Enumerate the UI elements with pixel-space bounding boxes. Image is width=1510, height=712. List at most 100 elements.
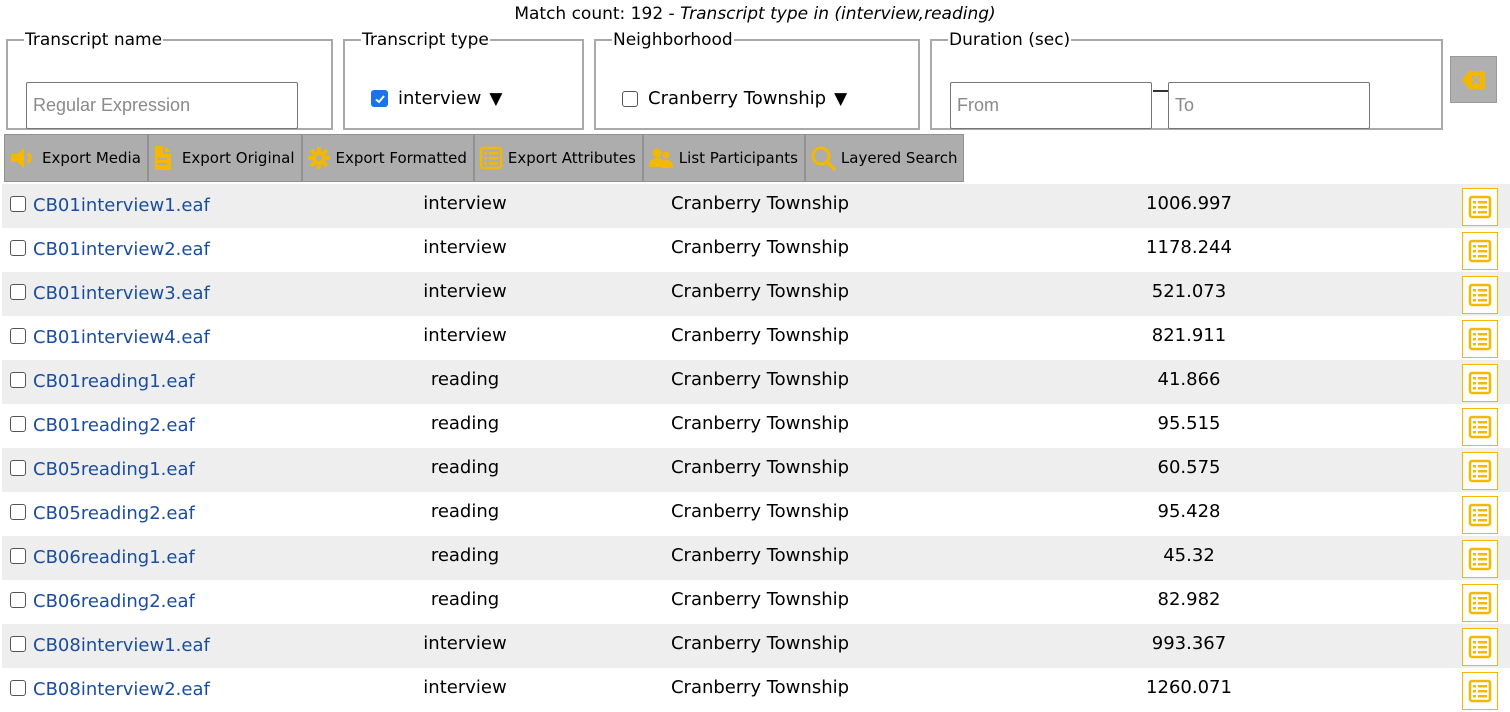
export-media-button[interactable]: Export Media [4, 134, 148, 182]
attributes-button[interactable] [1462, 320, 1498, 358]
row-select-checkbox[interactable] [10, 284, 26, 300]
transcript-link[interactable]: CB01interview1.eaf [33, 194, 210, 218]
table-row: CB01interview1.eaf interview Cranberry Tow… [2, 184, 1510, 228]
transcript-name-input[interactable] [26, 82, 298, 129]
transcript-type-cell: interview [423, 325, 507, 346]
row-select-checkbox[interactable] [10, 680, 26, 696]
export-attributes-label: Export Attributes [507, 149, 636, 167]
attributes-button[interactable] [1462, 628, 1498, 666]
transcript-link[interactable]: CB01interview3.eaf [33, 282, 210, 306]
row-select-checkbox[interactable] [10, 504, 26, 520]
transcript-link[interactable]: CB05reading1.eaf [33, 458, 195, 482]
attribute-list-icon [1468, 591, 1492, 615]
row-select-checkbox[interactable] [10, 460, 26, 476]
transcript-link[interactable]: CB06reading2.eaf [33, 590, 195, 614]
export-original-button[interactable]: Export Original [147, 134, 302, 182]
row-select-checkbox[interactable] [10, 636, 26, 652]
match-summary: Match count: 192 - Transcript type in (i… [0, 3, 1510, 25]
attribute-list-icon [1468, 415, 1492, 439]
export-attributes-button[interactable]: Export Attributes [473, 134, 643, 182]
duration-filter: Duration (sec) [930, 30, 1443, 130]
neighborhood-dropdown[interactable]: Cranberry Township ▼ [622, 88, 847, 109]
duration-legend: Duration (sec) [949, 30, 1071, 50]
attributes-button[interactable] [1462, 496, 1498, 534]
duration-cell: 993.367 [1151, 633, 1227, 654]
export-original-label: Export Original [181, 149, 295, 167]
duration-to-input[interactable] [1168, 82, 1370, 129]
row-select-checkbox[interactable] [10, 592, 26, 608]
transcript-link[interactable]: CB08interview2.eaf [33, 678, 210, 702]
attribute-list-icon [1468, 327, 1492, 351]
transcript-link[interactable]: CB05reading2.eaf [33, 502, 195, 526]
transcript-type-checkbox[interactable] [371, 90, 388, 107]
transcript-type-legend: Transcript type [362, 30, 489, 50]
row-select-checkbox[interactable] [10, 548, 26, 564]
neighborhood-cell: Cranberry Township [670, 633, 850, 654]
attributes-button[interactable] [1462, 452, 1498, 490]
attributes-button[interactable] [1462, 232, 1498, 270]
neighborhood-legend: Neighborhood [613, 30, 733, 50]
table-row: CB06reading2.eaf reading Cranberry Townshi… [2, 580, 1510, 624]
export-formatted-button[interactable]: Export Formatted [301, 134, 474, 182]
transcript-type-dropdown[interactable]: interview ▼ [371, 88, 502, 109]
transcript-link[interactable]: CB01reading1.eaf [33, 370, 195, 394]
attribute-list-icon [1468, 679, 1492, 703]
neighborhood-cell: Cranberry Township [670, 325, 850, 346]
row-select-checkbox[interactable] [10, 328, 26, 344]
table-row: CB08interview2.eaf interview Cranberry Tow… [2, 668, 1510, 712]
participants-icon [648, 148, 673, 168]
table-row: CB05reading2.eaf reading Cranberry Townshi… [2, 492, 1510, 536]
row-select-checkbox[interactable] [10, 372, 26, 388]
duration-from-input[interactable] [950, 82, 1152, 129]
transcript-type-filter: Transcript type interview ▼ [343, 30, 584, 130]
attributes-button[interactable] [1462, 584, 1498, 622]
attribute-list-icon [1468, 459, 1492, 483]
attributes-button[interactable] [1462, 540, 1498, 578]
row-select-checkbox[interactable] [10, 196, 26, 212]
table-row: CB01interview3.eaf interview Cranberry Tow… [2, 272, 1510, 316]
neighborhood-checkbox[interactable] [622, 90, 638, 107]
attribute-list-icon [1468, 635, 1492, 659]
transcript-link[interactable]: CB06reading1.eaf [33, 546, 195, 570]
neighborhood-cell: Cranberry Township [670, 589, 850, 610]
export-media-label: Export Media [42, 149, 141, 167]
attributes-button[interactable] [1462, 364, 1498, 402]
row-select-checkbox[interactable] [10, 240, 26, 256]
attributes-button[interactable] [1462, 672, 1498, 710]
clear-filter-icon [1461, 70, 1485, 89]
row-select-checkbox[interactable] [10, 416, 26, 432]
attribute-list-icon [1468, 195, 1492, 219]
attribute-list-icon [1468, 283, 1492, 307]
table-row: CB08interview1.eaf interview Cranberry Tow… [2, 624, 1510, 668]
table-row: CB01reading2.eaf reading Cranberry Townshi… [2, 404, 1510, 448]
list-participants-button[interactable]: List Participants [642, 134, 805, 182]
attribute-list-icon [1468, 371, 1492, 395]
duration-cell: 95.515 [1157, 413, 1221, 434]
transcript-type-cell: reading [430, 413, 500, 434]
layered-search-button[interactable]: Layered Search [804, 134, 965, 182]
transcript-list: CB01interview1.eaf interview Cranberry Tow… [2, 184, 1510, 712]
neighborhood-filter: Neighborhood Cranberry Township ▼ [594, 30, 920, 130]
attributes-button[interactable] [1462, 408, 1498, 446]
transcript-name-legend: Transcript name [25, 30, 163, 50]
neighborhood-cell: Cranberry Township [670, 193, 850, 214]
attributes-button[interactable] [1462, 188, 1498, 226]
transcript-link[interactable]: CB01reading2.eaf [33, 414, 195, 438]
transcript-type-cell: reading [430, 369, 500, 390]
duration-cell: 1006.997 [1146, 193, 1232, 214]
transcript-type-cell: reading [430, 457, 500, 478]
attribute-list-icon [479, 146, 503, 170]
transcript-link[interactable]: CB08interview1.eaf [33, 634, 210, 658]
neighborhood-cell: Cranberry Township [670, 413, 850, 434]
transcript-type-cell: interview [423, 677, 507, 698]
neighborhood-cell: Cranberry Township [670, 545, 850, 566]
table-row: CB01reading1.eaf reading Cranberry Townshi… [2, 360, 1510, 404]
dropdown-caret-icon: ▼ [834, 88, 848, 109]
transcript-type-cell: reading [430, 589, 500, 610]
table-row: CB01interview2.eaf interview Cranberry Tow… [2, 228, 1510, 272]
transcript-link[interactable]: CB01interview2.eaf [33, 238, 210, 262]
clear-filters-button[interactable] [1450, 56, 1497, 103]
attributes-button[interactable] [1462, 276, 1498, 314]
transcript-link[interactable]: CB01interview4.eaf [33, 326, 210, 350]
filter-description: Transcript type in (interview,reading) [680, 4, 996, 24]
